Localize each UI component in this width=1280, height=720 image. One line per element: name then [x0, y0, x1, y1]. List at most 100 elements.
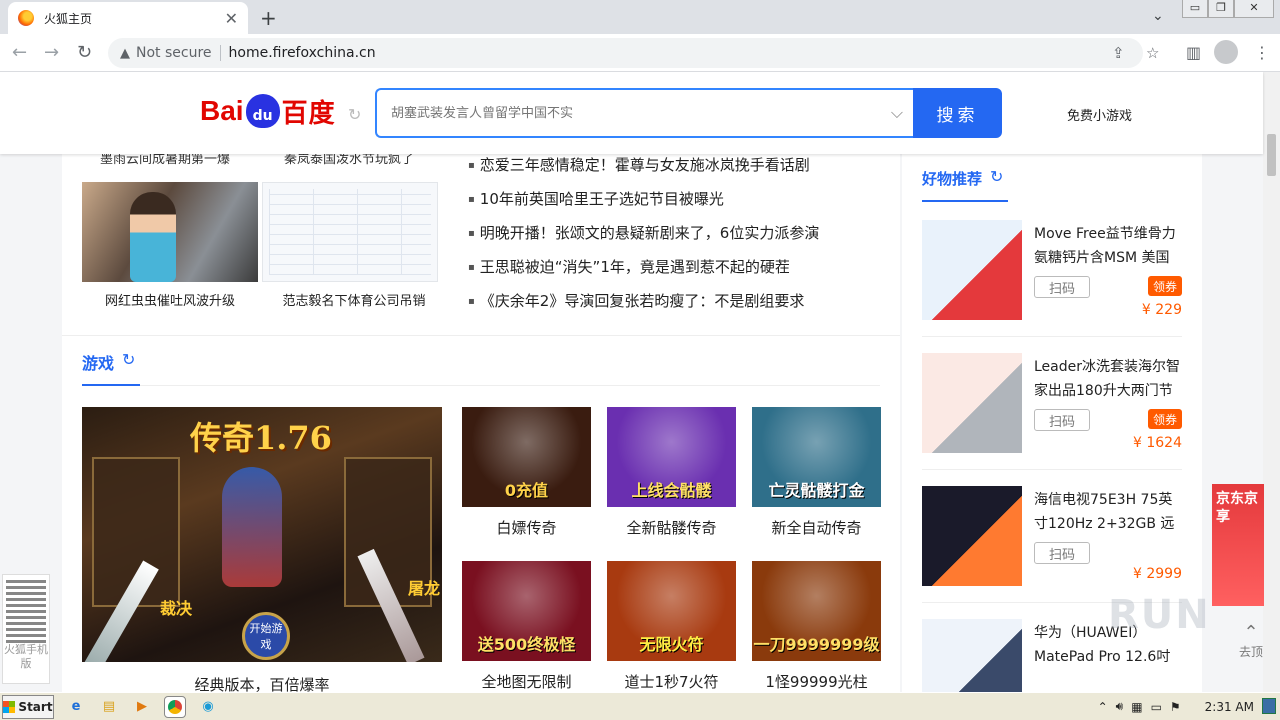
- game-caption[interactable]: 白嫖传奇: [462, 517, 591, 538]
- edge-icon[interactable]: ◉: [197, 696, 219, 718]
- game-caption[interactable]: 全新骷髅传奇: [607, 517, 736, 538]
- profile-avatar[interactable]: [1214, 40, 1238, 64]
- chrome-icon[interactable]: [164, 695, 186, 718]
- scan-qr-button[interactable]: 扫码: [1034, 276, 1090, 298]
- internet-explorer-icon[interactable]: e: [65, 696, 87, 718]
- product-image[interactable]: [922, 220, 1022, 320]
- start-game-button[interactable]: 开始游戏: [242, 612, 290, 660]
- headline-link[interactable]: 明晚开播！张颂文的悬疑新剧来了，6位实力派参演: [468, 222, 820, 243]
- news-thumbnail[interactable]: [82, 182, 258, 282]
- show-desktop-icon[interactable]: [1262, 698, 1276, 714]
- news-caption[interactable]: 范志毅名下体育公司吊销: [266, 290, 442, 309]
- windows-logo-icon: [3, 700, 16, 713]
- battery-icon[interactable]: ▭: [1151, 700, 1162, 714]
- game-tile[interactable]: 一刀9999999级: [752, 561, 881, 661]
- tab-underline: [922, 200, 1008, 202]
- address-bar[interactable]: ▲ Not secure home.firefoxchina.cn ⇪ ☆: [108, 38, 1159, 68]
- volume-icon[interactable]: 🔊︎: [1116, 699, 1124, 714]
- refresh-icon[interactable]: ↻: [990, 167, 1003, 186]
- system-tray: ⌃ 🔊︎ ▦ ▭ ⚑ 2:31 AM: [1098, 693, 1280, 720]
- game-caption[interactable]: 全地图无限制: [462, 671, 591, 692]
- product-price: ¥ 2999: [1133, 566, 1182, 582]
- network-icon[interactable]: ▦: [1131, 700, 1142, 714]
- mobile-qr-widget[interactable]: 火狐手机版: [2, 574, 50, 684]
- tab-search-icon[interactable]: ⌄: [1152, 8, 1164, 24]
- product-divider: [922, 469, 1182, 470]
- side-panel-icon[interactable]: ▥: [1186, 43, 1201, 62]
- window-close-icon[interactable]: ✕: [1234, 0, 1274, 18]
- divider: [219, 45, 221, 61]
- tray-expand-icon[interactable]: ⌃: [1098, 700, 1108, 714]
- page-viewport: Bai du 百度 ↻ ⌵ 搜索 免费小游戏 墨雨云间成暑期第一爆 秦岚泰国泼水…: [0, 72, 1280, 692]
- coupon-button[interactable]: 领券: [1148, 409, 1182, 429]
- product-image[interactable]: [922, 353, 1022, 453]
- search-button[interactable]: 搜索: [913, 88, 1002, 138]
- chevron-down-icon[interactable]: ⌵: [891, 103, 903, 123]
- scan-qr-button[interactable]: 扫码: [1034, 542, 1090, 564]
- browser-tab[interactable]: 火狐主页 ✕: [8, 2, 248, 34]
- news-caption[interactable]: 网红虫虫催吐风波升级: [82, 290, 258, 309]
- url-text[interactable]: home.firefoxchina.cn: [229, 45, 376, 61]
- game-caption[interactable]: 1怪99999光柱: [752, 671, 881, 692]
- news-thumbnail[interactable]: [262, 182, 438, 282]
- back-to-top-button[interactable]: ⌃ 去顶: [1238, 622, 1264, 670]
- coupon-button[interactable]: 领券: [1148, 276, 1182, 296]
- free-games-link[interactable]: 免费小游戏: [1067, 105, 1132, 124]
- watermark-logo: RUN: [1108, 592, 1211, 638]
- product-image[interactable]: [922, 619, 1022, 692]
- refresh-icon[interactable]: ↻: [122, 350, 135, 369]
- game-tile[interactable]: 送500终极怪: [462, 561, 591, 661]
- close-tab-icon[interactable]: ✕: [225, 9, 238, 28]
- new-tab-button[interactable]: +: [260, 6, 277, 30]
- jd-ad-banner[interactable]: 京东京享: [1212, 484, 1264, 606]
- featured-game-banner[interactable]: 传奇1.76 裁决 屠龙 开始游戏: [82, 407, 442, 662]
- file-explorer-icon[interactable]: ▤: [98, 696, 120, 718]
- game-caption[interactable]: 新全自动传奇: [752, 517, 881, 538]
- product-divider: [922, 336, 1182, 337]
- back-to-top-label: 去顶: [1238, 645, 1263, 659]
- qr-label: 火狐手机版: [4, 643, 48, 670]
- menu-icon[interactable]: ⋮: [1254, 43, 1270, 62]
- weapon-tag: 屠龙: [408, 579, 441, 598]
- bookmark-star-icon[interactable]: ☆: [1146, 38, 1159, 68]
- games-section-title[interactable]: 游戏: [82, 350, 114, 374]
- product-image[interactable]: [922, 486, 1022, 586]
- forward-icon[interactable]: →: [44, 42, 59, 63]
- recommend-title[interactable]: 好物推荐: [922, 168, 982, 189]
- headline-link[interactable]: 10年前英国哈里王子选妃节目被曝光: [468, 188, 724, 209]
- taskbar-clock[interactable]: 2:31 AM: [1205, 700, 1254, 714]
- product-name[interactable]: Move Free益节维骨力氨糖钙片含MSM 美国: [1034, 222, 1186, 270]
- search-input[interactable]: [391, 105, 891, 121]
- search-box[interactable]: ⌵: [375, 88, 915, 138]
- baidu-logo[interactable]: Bai du 百度: [200, 90, 336, 132]
- reload-icon[interactable]: ↻: [77, 42, 92, 63]
- media-player-icon[interactable]: ▶: [131, 696, 153, 718]
- game-tile[interactable]: 上线会骷髅: [607, 407, 736, 507]
- switch-engine-icon[interactable]: ↻: [348, 105, 361, 124]
- headline-link[interactable]: 恋爱三年感情稳定！霍尊与女友施冰岚挽手看话剧: [468, 154, 810, 175]
- page-scrollbar[interactable]: [1263, 72, 1280, 692]
- game-tile[interactable]: 无限火符: [607, 561, 736, 661]
- game-art-text: 一刀9999999级: [753, 635, 880, 654]
- product-name[interactable]: Leader冰洗套装海尔智家出品180升大两门节: [1034, 355, 1186, 403]
- product-name[interactable]: 海信电视75E3H 75英寸120Hz 2+32GB 远场语: [1034, 488, 1186, 536]
- action-center-flag-icon[interactable]: ⚑: [1170, 700, 1181, 714]
- share-icon[interactable]: ⇪: [1112, 38, 1125, 68]
- game-caption[interactable]: 经典版本，百倍爆率: [82, 674, 442, 692]
- back-icon[interactable]: ←: [12, 42, 27, 63]
- warning-icon[interactable]: ▲: [120, 46, 130, 61]
- headline-link[interactable]: 王思聪被迫“消失”1年，竟是遇到惹不起的硬茬: [468, 256, 790, 277]
- main-content: 墨雨云间成暑期第一爆 秦岚泰国泼水节玩疯了 网红虫虫催吐风波升级 范志毅名下体育…: [62, 152, 900, 692]
- logo-text-du: du: [252, 108, 273, 124]
- game-caption[interactable]: 道士1秒7火符: [607, 671, 736, 692]
- security-label[interactable]: Not secure: [136, 45, 212, 61]
- restore-icon[interactable]: ❐: [1208, 0, 1234, 18]
- start-button[interactable]: Start: [2, 694, 54, 719]
- game-tile[interactable]: 亡灵骷髅打金: [752, 407, 881, 507]
- headline-link[interactable]: 《庆余年2》导演回复张若昀瘦了：不是剧组要求: [468, 290, 805, 311]
- scan-qr-button[interactable]: 扫码: [1034, 409, 1090, 431]
- scrollbar-thumb[interactable]: [1267, 134, 1276, 176]
- game-art-text: 上线会骷髅: [631, 481, 712, 500]
- minimize-icon[interactable]: ▭: [1182, 0, 1208, 18]
- game-tile[interactable]: 0充值: [462, 407, 591, 507]
